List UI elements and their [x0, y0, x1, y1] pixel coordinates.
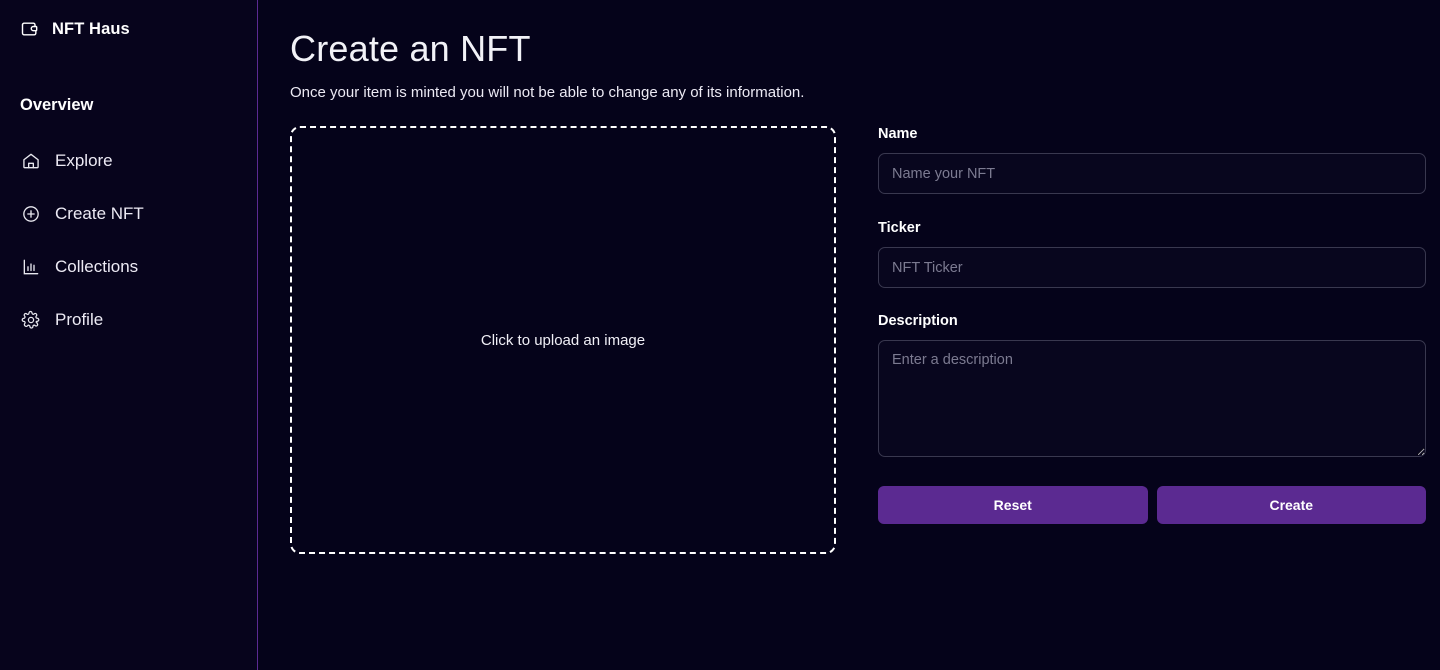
description-textarea[interactable] — [878, 340, 1426, 458]
main-content: Create an NFT Once your item is minted y… — [258, 0, 1440, 670]
sidebar-item-profile[interactable]: Profile — [0, 293, 257, 346]
form-actions: Reset Create — [878, 486, 1426, 525]
sidebar-nav: Explore Create NFT Collections Profile — [0, 134, 257, 346]
page-title: Create an NFT — [290, 28, 531, 69]
page-subtitle: Once your item is minted you will not be… — [290, 84, 805, 102]
sidebar-item-explore[interactable]: Explore — [0, 134, 257, 187]
sidebar-item-label: Create NFT — [55, 203, 144, 223]
create-nft-layout: Click to upload an image Name Ticker Des… — [290, 126, 1426, 555]
brand[interactable]: NFT Haus — [0, 0, 257, 38]
ticker-input[interactable] — [878, 247, 1426, 289]
nft-form: Name Ticker Description Reset Create — [878, 126, 1426, 554]
sidebar-item-collections[interactable]: Collections — [0, 240, 257, 293]
wallet-icon — [20, 19, 40, 39]
home-icon — [21, 151, 41, 171]
plus-circle-icon — [21, 204, 41, 224]
sidebar: NFT Haus Overview Explore Create NFT Col… — [0, 0, 258, 670]
gear-icon — [21, 310, 41, 330]
image-upload-dropzone[interactable]: Click to upload an image — [290, 126, 836, 555]
dropzone-label: Click to upload an image — [480, 331, 646, 349]
create-button[interactable]: Create — [1156, 486, 1426, 525]
name-input[interactable] — [878, 153, 1426, 195]
sidebar-item-label: Profile — [55, 309, 104, 329]
brand-name: NFT Haus — [52, 19, 130, 38]
name-label: Name — [878, 126, 918, 143]
sidebar-item-create-nft[interactable]: Create NFT — [0, 187, 257, 240]
bar-chart-icon — [21, 257, 41, 277]
reset-button[interactable]: Reset — [878, 486, 1148, 525]
description-label: Description — [878, 313, 958, 330]
ticker-label: Ticker — [878, 220, 921, 237]
sidebar-section-overview: Overview — [20, 96, 94, 114]
sidebar-item-label: Explore — [55, 150, 113, 170]
sidebar-item-label: Collections — [55, 256, 139, 276]
